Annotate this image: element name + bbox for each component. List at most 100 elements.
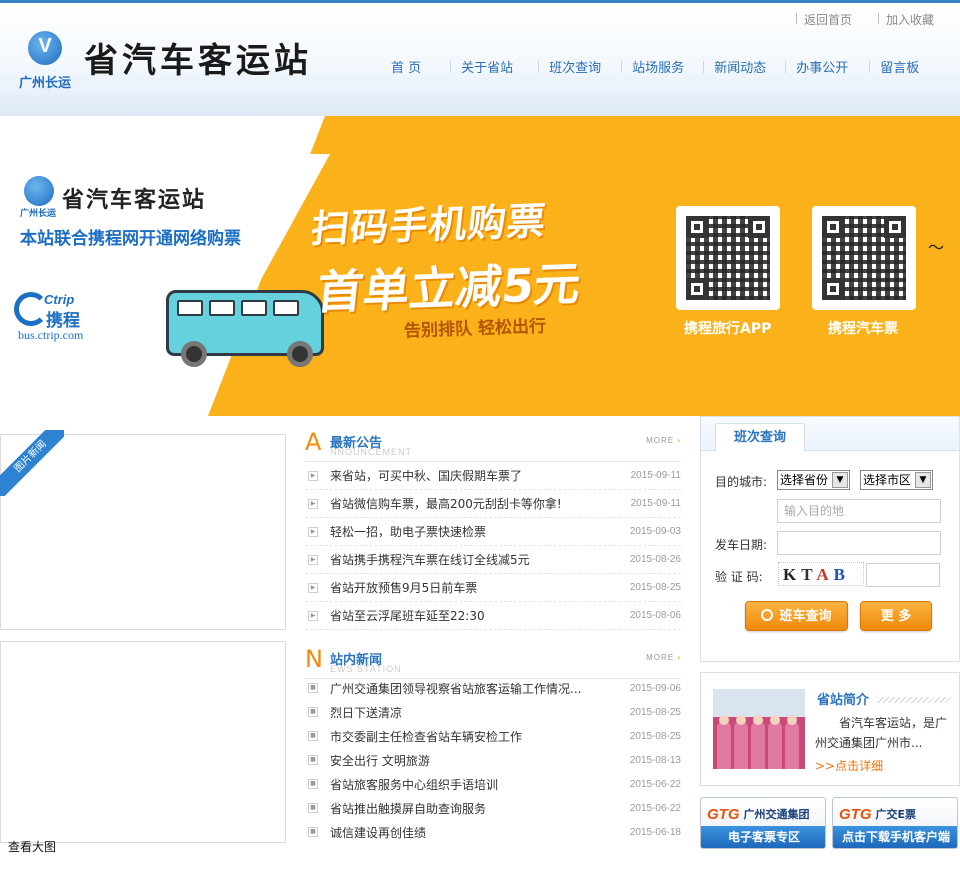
- item-title[interactable]: 广州交通集团领导视察省站旅客运输工作情况...: [330, 680, 630, 697]
- badge-name: 广交E票: [875, 808, 917, 821]
- item-title[interactable]: 省站开放预售9月5日前车票: [330, 579, 630, 596]
- item-title[interactable]: 安全出行 文明旅游: [330, 752, 630, 769]
- captcha-input[interactable]: [866, 563, 940, 587]
- search-bus-button[interactable]: 班车查询: [745, 601, 848, 631]
- list-item[interactable]: ▶ 省站携手携程汽车票在线订全线减5元 2015-08-26: [305, 546, 681, 574]
- destination-input[interactable]: 输入目的地: [777, 499, 941, 523]
- staff-head: [787, 715, 797, 725]
- badge-top: GTG 广州交通集团: [707, 804, 821, 824]
- bus-illustration: [166, 290, 324, 367]
- nav-public-affairs[interactable]: 办事公开: [785, 53, 848, 80]
- announcements-subtitle: NNOUNCEMENT: [330, 447, 412, 457]
- item-date: 2015-08-13: [629, 754, 681, 766]
- arrow-icon: ▶: [308, 526, 318, 537]
- staff-head: [736, 715, 746, 725]
- ctrip-logo-en: Ctrip: [44, 292, 75, 307]
- station-intro: 省站简介 省汽车客运站，是广州交通集团广州市... >>点击详细: [700, 672, 960, 786]
- item-date: 2015-06-22: [629, 802, 681, 814]
- station-news-initial: N: [305, 645, 323, 673]
- arrow-icon: ▶: [308, 470, 318, 481]
- item-title[interactable]: 省站微信购车票，最高200元刮刮卡等你拿!: [330, 495, 631, 512]
- promo-banner[interactable]: 广州长运 省汽车客运站 本站联合携程网开通网络购票 Ctrip 携程 bus.c…: [0, 116, 960, 416]
- list-item[interactable]: ■ 市交委副主任检查省站车辆安检工作 2015-08-25: [305, 724, 681, 748]
- intro-more-link[interactable]: >>点击详细: [815, 757, 883, 774]
- home-link[interactable]: 返回首页: [795, 11, 852, 28]
- item-date: 2015-08-26: [629, 554, 681, 565]
- item-title[interactable]: 省站旅客服务中心组织手语培训: [330, 776, 630, 793]
- station-news-subtitle: EWS STATION: [330, 664, 402, 674]
- item-date: 2015-08-25: [629, 706, 681, 718]
- arrow-icon: ▶: [308, 554, 318, 565]
- square-bullet-icon: ■: [308, 731, 318, 741]
- captcha-char: K: [783, 565, 802, 584]
- square-bullet-icon: ■: [308, 827, 318, 837]
- photo-news-box-2[interactable]: [0, 641, 286, 843]
- list-item[interactable]: ■ 诚信建设再创佳绩 2015-06-18: [305, 820, 681, 844]
- list-item[interactable]: ■ 广州交通集团领导视察省站旅客运输工作情况... 2015-09-06: [305, 676, 681, 700]
- site-header: 返回首页 加入收藏 广州长运 省汽车客运站 首 页 关于省站 班次查询 站场服务…: [0, 0, 960, 116]
- staff-figure: [768, 721, 782, 769]
- station-news-more-link[interactable]: MORE: [646, 653, 681, 662]
- list-item[interactable]: ▶ 来省站，可买中秋、国庆假期车票了 2015-09-11: [305, 462, 681, 490]
- logo-caption: 广州长运: [18, 75, 71, 90]
- qr-corner: [748, 216, 770, 238]
- nav-about[interactable]: 关于省站: [450, 53, 513, 80]
- list-item[interactable]: ■ 烈日下送清凉 2015-08-25: [305, 700, 681, 724]
- search-icon: [761, 609, 774, 621]
- badge-top: GTG 广交E票: [839, 804, 953, 824]
- add-favorite-link[interactable]: 加入收藏: [877, 11, 934, 28]
- site-title: 省汽车客运站: [84, 41, 312, 81]
- captcha-char: A: [816, 565, 834, 584]
- list-item[interactable]: ▶ 省站至云浮尾班车延至22:30 2015-08-06: [305, 602, 681, 630]
- guangzhou-changyun-logo[interactable]: 广州长运: [12, 29, 78, 91]
- item-title[interactable]: 来省站，可买中秋、国庆假期车票了: [330, 467, 631, 484]
- view-large-link[interactable]: 查看大图: [8, 838, 56, 855]
- district-select[interactable]: 选择市区 ▼: [860, 470, 933, 490]
- e-ticket-badge[interactable]: GTG 广州交通集团 电子客票专区: [700, 797, 826, 849]
- date-input[interactable]: [777, 531, 941, 555]
- nav-news[interactable]: 新闻动态: [703, 53, 766, 80]
- list-item[interactable]: ▶ 省站微信购车票，最高200元刮刮卡等你拿! 2015-09-11: [305, 490, 681, 518]
- item-title[interactable]: 诚信建设再创佳绩: [330, 824, 630, 841]
- captcha-char: T: [801, 565, 817, 584]
- item-title[interactable]: 轻松一招，助电子票快速检票: [330, 523, 630, 540]
- qr-code-bus[interactable]: [812, 206, 916, 310]
- tab-schedule-query[interactable]: 班次查询: [715, 423, 805, 452]
- nav-schedule[interactable]: 班次查询: [538, 53, 601, 80]
- gtg-logo: GTG: [839, 805, 872, 823]
- more-button[interactable]: 更 多: [860, 601, 932, 631]
- qr-pattern: [822, 216, 906, 300]
- qr-code-app[interactable]: [676, 206, 780, 310]
- qr-pattern: [686, 216, 770, 300]
- item-date: 2015-09-11: [630, 498, 681, 509]
- announcements-more-link[interactable]: MORE: [646, 436, 681, 445]
- list-item[interactable]: ▶ 省站开放预售9月5日前车票 2015-08-25: [305, 574, 681, 602]
- list-item[interactable]: ■ 安全出行 文明旅游 2015-08-13: [305, 748, 681, 772]
- more-button-label: 更 多: [880, 609, 912, 624]
- list-item[interactable]: ■ 省站旅客服务中心组织手语培训 2015-06-22: [305, 772, 681, 796]
- nav-services[interactable]: 站场服务: [621, 53, 684, 80]
- staff-figure: [751, 721, 765, 769]
- item-title[interactable]: 市交委副主任检查省站车辆安检工作: [330, 728, 630, 745]
- banner-logo-caption: 广州长运: [20, 208, 57, 218]
- qr-label-app: 携程旅行APP: [684, 321, 772, 337]
- mobile-app-badge[interactable]: GTG 广交E票 点击下载手机客户端: [832, 797, 958, 849]
- banner-station-title: 省汽车客运站: [62, 187, 207, 213]
- item-date: 2015-06-22: [629, 778, 681, 790]
- staff-photo[interactable]: [713, 689, 805, 769]
- province-select[interactable]: 选择省份 ▼: [777, 470, 850, 490]
- announcements-section: A 最新公告 NNOUNCEMENT MORE ▶ 来省站，可买中秋、国庆假期车票…: [305, 428, 681, 630]
- bus-window: [273, 300, 299, 316]
- item-date: 2015-06-18: [629, 826, 681, 838]
- bus-window: [177, 300, 203, 316]
- captcha-image[interactable]: KTAB: [778, 562, 864, 586]
- bird-icon: 〜: [928, 238, 945, 257]
- nav-home[interactable]: 首 页: [391, 53, 421, 80]
- nav-guestbook[interactable]: 留言板: [869, 53, 919, 80]
- item-title[interactable]: 省站携手携程汽车票在线订全线减5元: [330, 551, 630, 568]
- item-title[interactable]: 省站推出触摸屏自助查询服务: [330, 800, 630, 817]
- list-item[interactable]: ■ 省站推出触摸屏自助查询服务 2015-06-22: [305, 796, 681, 820]
- list-item[interactable]: ▶ 轻松一招，助电子票快速检票 2015-09-03: [305, 518, 681, 546]
- item-title[interactable]: 烈日下送清凉: [330, 704, 630, 721]
- item-title[interactable]: 省站至云浮尾班车延至22:30: [330, 607, 630, 624]
